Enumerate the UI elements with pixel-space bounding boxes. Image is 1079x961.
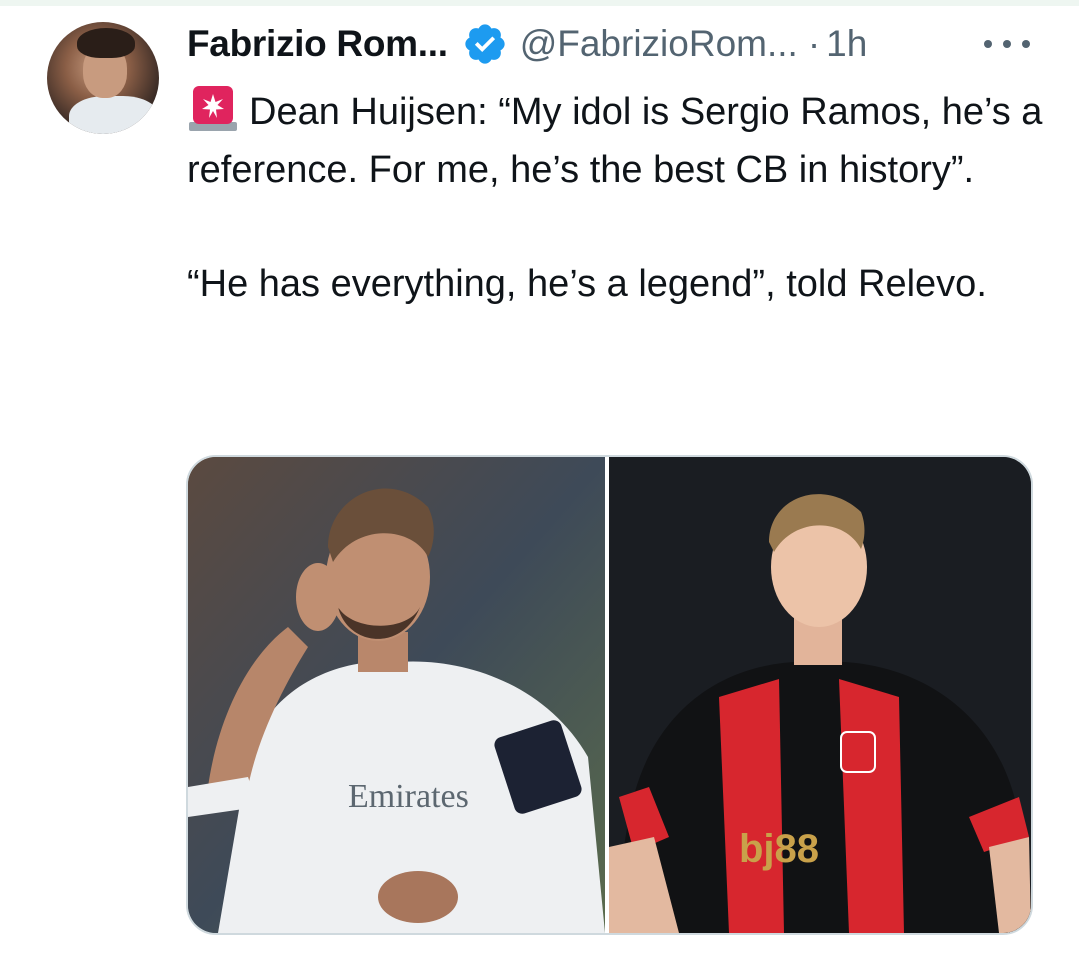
- tweet-timestamp[interactable]: 1h: [826, 23, 867, 65]
- tweet[interactable]: Fabrizio Rom... @FabrizioRom... · 1h Dea…: [0, 6, 1079, 961]
- sponsor-text-left: Emirates: [348, 778, 469, 815]
- more-dot-2: [1003, 40, 1011, 48]
- siren-icon: [187, 82, 239, 134]
- more-dot-3: [1022, 40, 1030, 48]
- author-name[interactable]: Fabrizio Rom...: [187, 23, 448, 65]
- tweet-paragraph-2: “He has everything, he’s a legend”, told…: [187, 263, 987, 305]
- media-grid[interactable]: Emirates bj88: [186, 455, 1033, 935]
- tweet-text: Dean Huijsen: “My idol is Sergio Ramos, …: [187, 82, 1047, 313]
- media-photo-left[interactable]: Emirates: [188, 457, 605, 933]
- avatar-shirt: [69, 96, 159, 134]
- tweet-paragraph-1: Dean Huijsen: “My idol is Sergio Ramos, …: [187, 82, 1047, 199]
- verified-badge-icon[interactable]: [462, 21, 508, 67]
- more-options-icon[interactable]: [984, 32, 1030, 56]
- tweet-header: Fabrizio Rom... @FabrizioRom... · 1h: [187, 22, 867, 66]
- author-handle[interactable]: @FabrizioRom...: [520, 23, 798, 65]
- tweet-text-line-1: Dean Huijsen: “My idol is Sergio Ramos, …: [187, 91, 1043, 191]
- author-avatar[interactable]: [47, 22, 159, 134]
- sponsor-text-right: bj88: [739, 827, 819, 871]
- header-separator: ·: [807, 23, 821, 64]
- avatar-hair: [77, 28, 135, 58]
- media-photo-right[interactable]: bj88: [609, 457, 1031, 933]
- more-dot-1: [984, 40, 992, 48]
